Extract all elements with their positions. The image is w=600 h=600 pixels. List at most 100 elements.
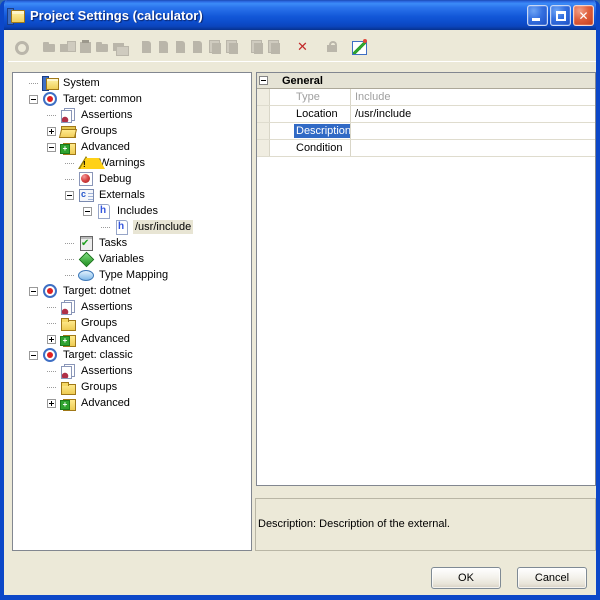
folder-plus-icon — [60, 139, 76, 155]
tree-item-assertions[interactable]: Assertions — [13, 107, 251, 123]
tree-item-system[interactable]: System — [13, 75, 251, 91]
tree-item-advanced[interactable]: Advanced — [13, 395, 251, 411]
tree-item-assertions[interactable]: Assertions — [13, 299, 251, 315]
collapse-icon[interactable] — [29, 351, 38, 360]
tree-connector — [65, 243, 74, 244]
tree-connector — [65, 259, 74, 260]
tree-item-includes[interactable]: Includes — [13, 203, 251, 219]
property-name[interactable]: Description — [270, 123, 351, 139]
assertions-icon — [60, 363, 76, 379]
assertions-icon — [60, 107, 76, 123]
property-value: Include — [351, 89, 595, 105]
tree-item-label: Tasks — [97, 236, 129, 250]
folder-icon — [60, 315, 76, 331]
property-name[interactable]: Location — [270, 106, 351, 122]
maximize-icon — [556, 11, 566, 21]
expand-icon[interactable] — [47, 127, 56, 136]
property-name: Type — [270, 89, 351, 105]
debug-icon — [78, 171, 94, 187]
property-value[interactable] — [351, 123, 595, 139]
toolbar-button-2-folder-doc — [58, 36, 75, 58]
collapse-icon[interactable] — [29, 287, 38, 296]
toolbar-button-12-documents-stack — [248, 36, 265, 58]
collapse-minus-icon[interactable] — [259, 76, 268, 85]
tree-item-type-mapping[interactable]: Type Mapping — [13, 267, 251, 283]
property-name[interactable]: Condition — [270, 140, 351, 156]
edit-icon — [351, 39, 367, 55]
tree-item-target-dotnet[interactable]: Target: dotnet — [13, 283, 251, 299]
folders-icon — [112, 39, 128, 55]
maximize-button[interactable] — [550, 5, 571, 26]
project-settings-dialog: Project Settings (calculator) ✕ SystemTa… — [0, 0, 600, 600]
tree-item-assertions[interactable]: Assertions — [13, 363, 251, 379]
settings-tree: SystemTarget: commonAssertionsGroupsAdva… — [12, 72, 252, 551]
tree-item-groups[interactable]: Groups — [13, 123, 251, 139]
tree-item-label: Variables — [97, 252, 146, 266]
collapse-icon[interactable] — [29, 95, 38, 104]
collapse-icon[interactable] — [83, 207, 92, 216]
tree-item-groups[interactable]: Groups — [13, 315, 251, 331]
include-icon — [114, 219, 130, 235]
toolbar-button-11-document-page — [223, 36, 240, 58]
tree-item-variables[interactable]: Variables — [13, 251, 251, 267]
minimize-button[interactable] — [527, 5, 548, 26]
tree-connector — [47, 323, 56, 324]
tree-item-tasks[interactable]: Tasks — [13, 235, 251, 251]
externals-icon — [78, 187, 94, 203]
tree-item-target-common[interactable]: Target: common — [13, 91, 251, 107]
documents-stack-icon — [266, 39, 282, 55]
collapse-icon[interactable] — [65, 191, 74, 200]
toolbar-button-15-lock — [323, 36, 340, 58]
tree-item-label: Warnings — [97, 156, 147, 170]
tree-item-label: Groups — [79, 316, 119, 330]
target-icon — [42, 283, 58, 299]
property-value[interactable]: /usr/include — [351, 106, 595, 122]
tree-item-target-classic[interactable]: Target: classic — [13, 347, 251, 363]
tree-connector — [65, 179, 74, 180]
ring-icon — [13, 39, 29, 55]
toolbar-button-16-edit[interactable] — [350, 36, 367, 58]
cancel-button[interactable]: Cancel — [517, 567, 587, 589]
lock-icon — [324, 39, 340, 55]
tree-item-advanced[interactable]: Advanced — [13, 139, 251, 155]
tree-item-label: Assertions — [79, 300, 134, 314]
toolbar-button-10-document-page — [206, 36, 223, 58]
row-gutter — [257, 106, 270, 122]
close-button[interactable]: ✕ — [573, 5, 594, 26]
collapse-icon[interactable] — [47, 143, 56, 152]
property-row-description[interactable]: Description — [257, 123, 595, 140]
toolbar-button-14-delete[interactable] — [294, 36, 311, 58]
tree-item-label: Advanced — [79, 396, 132, 410]
type-mapping-icon — [78, 267, 94, 283]
tasks-icon — [78, 235, 94, 251]
tree-item-groups[interactable]: Groups — [13, 379, 251, 395]
tree-item-label: Assertions — [79, 108, 134, 122]
variable-icon — [78, 251, 94, 267]
expand-icon[interactable] — [47, 399, 56, 408]
ok-button[interactable]: OK — [431, 567, 501, 589]
property-category-header[interactable]: General — [257, 73, 595, 89]
tree-item-advanced[interactable]: Advanced — [13, 331, 251, 347]
tree-item-externals[interactable]: Externals — [13, 187, 251, 203]
tree-item-debug[interactable]: Debug — [13, 171, 251, 187]
tree-item-label: Externals — [97, 188, 147, 202]
property-row-condition[interactable]: Condition — [257, 140, 595, 157]
tree-item-usr-include[interactable]: /usr/include — [13, 219, 251, 235]
property-row-location[interactable]: Location /usr/include — [257, 106, 595, 123]
tree-connector — [47, 115, 56, 116]
minimize-icon — [532, 18, 540, 21]
tree-item-warnings[interactable]: Warnings — [13, 155, 251, 171]
property-grid: General Type Include Location /usr/inclu… — [256, 72, 596, 486]
tree-item-label: System — [61, 76, 102, 90]
tree-connector — [65, 275, 74, 276]
property-row-type: Type Include — [257, 89, 595, 106]
expand-icon[interactable] — [47, 335, 56, 344]
delete-icon — [295, 39, 311, 55]
document-icon — [173, 39, 189, 55]
tree-connector — [47, 307, 56, 308]
toolbar — [8, 32, 596, 62]
paste-icon — [78, 39, 94, 55]
property-value[interactable] — [351, 140, 595, 156]
tree-connector — [101, 227, 110, 228]
document-page-icon — [224, 39, 240, 55]
